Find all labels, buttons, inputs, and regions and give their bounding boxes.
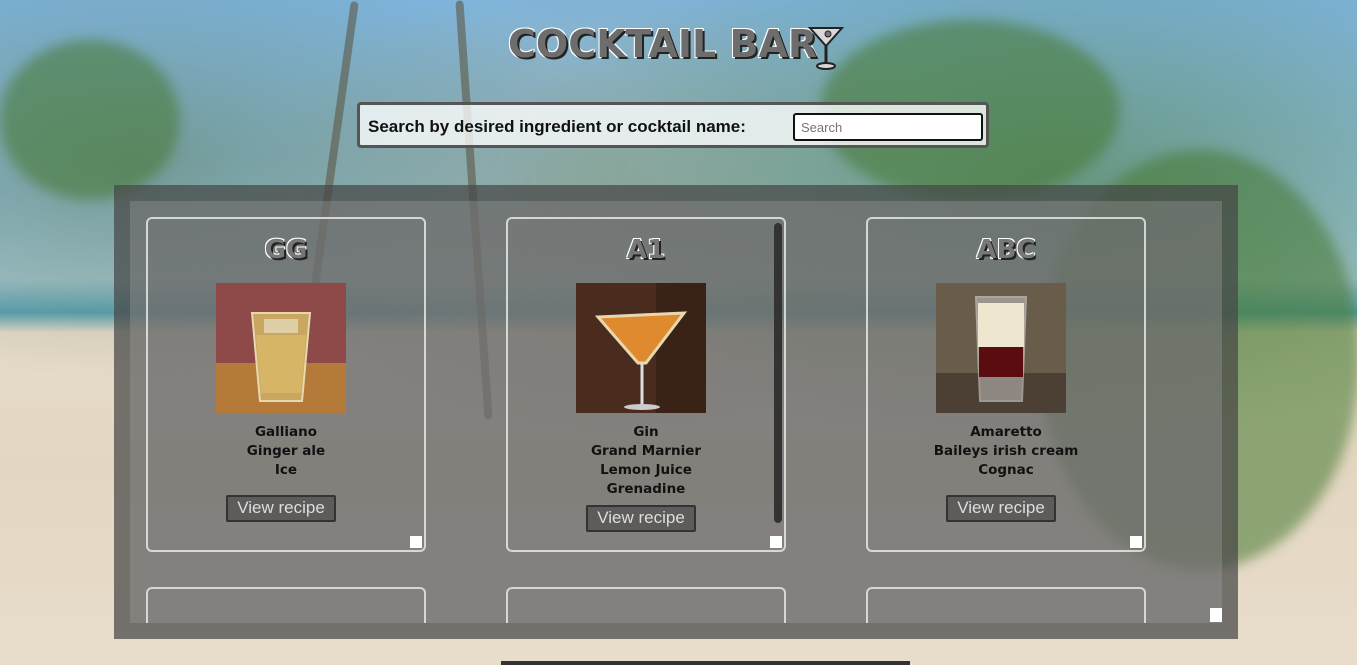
page-title-text: COCKTAIL BAR [508,22,818,66]
cocktail-card-partial [506,587,786,623]
ingredient: Ginger ale [246,443,326,459]
cocktail-image [216,283,346,413]
page-title: COCKTAIL BAR [508,22,848,72]
ingredient: Galliano [254,424,318,440]
search-label: Search by desired ingredient or cocktail… [368,117,746,136]
martini-glass-icon [808,27,844,70]
cocktail-grid[interactable]: GG Galliano Ginger ale Ice View recipe A [130,201,1222,623]
view-recipe-button[interactable]: View recipe [226,495,336,522]
cocktail-name: GG [264,235,308,265]
cocktail-card: GG Galliano Ginger ale Ice View recipe [146,217,426,552]
ingredient: Gin [633,424,659,440]
view-recipe-button[interactable]: View recipe [946,495,1056,522]
cocktail-card-partial [866,587,1146,623]
resize-handle[interactable] [1130,536,1142,548]
background-foliage [0,40,180,200]
ingredient: Ice [274,462,298,478]
ingredient: Grenadine [606,481,686,497]
cocktail-card-partial [146,587,426,623]
resize-handle[interactable] [770,536,782,548]
ingredient-list: Gin Grand Marnier Lemon Juice Grenadine [508,423,784,499]
panel-resize-handle[interactable] [1210,608,1222,622]
cocktail-card: A1 Gin Grand Marnier Lemon Juice Grenadi… [506,217,786,552]
cocktail-image [576,283,706,413]
cocktail-card: ABC Amaretto Baileys irish cream Cognac … [866,217,1146,552]
card-scrollbar[interactable] [774,223,782,523]
cocktail-image [936,283,1066,413]
view-recipe-button[interactable]: View recipe [586,505,696,532]
ingredient: Amaretto [970,424,1042,440]
ingredient: Baileys irish cream [933,443,1079,459]
cocktail-panel: GG Galliano Ginger ale Ice View recipe A [114,185,1238,639]
resize-handle[interactable] [410,536,422,548]
ingredient: Grand Marnier [590,443,702,459]
footer-bar [501,661,910,665]
search-bar: Search by desired ingredient or cocktail… [357,102,989,148]
ingredient-list: Galliano Ginger ale Ice [148,423,424,480]
ingredient: Lemon Juice [600,462,692,478]
ingredient-list: Amaretto Baileys irish cream Cognac [868,423,1144,480]
search-input[interactable] [793,113,983,141]
ingredient: Cognac [978,462,1034,478]
cocktail-name: ABC [976,235,1036,265]
cocktail-name: A1 [626,235,666,265]
